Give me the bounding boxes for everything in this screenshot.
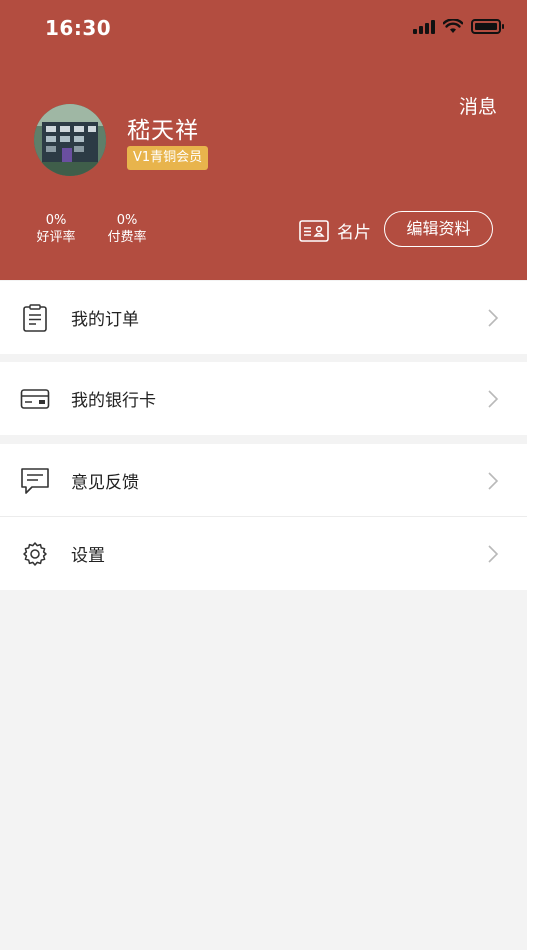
menu-item-feedback[interactable]: 意见反馈 — [0, 444, 527, 517]
business-card-link[interactable]: 名片 — [299, 218, 371, 243]
stat-good-rating: 0% 好评率 — [33, 212, 79, 246]
status-icons — [413, 18, 504, 34]
id-card-icon — [299, 219, 329, 242]
menu-item-label: 意见反馈 — [71, 473, 139, 493]
messages-link[interactable]: 消息 — [459, 92, 497, 119]
profile-header: 16:30 消息 嵇天祥 V1青铜会员 0% 好评率 0% 付费率 名片 编辑资… — [0, 0, 527, 280]
edit-profile-button[interactable]: 编辑资料 — [384, 211, 493, 247]
chevron-right-icon — [488, 308, 499, 327]
stat-value: 0% — [116, 213, 138, 228]
cellular-signal-icon — [413, 18, 435, 34]
menu-item-label: 我的银行卡 — [71, 391, 156, 411]
status-time: 16:30 — [45, 16, 112, 40]
stat-label: 付费率 — [107, 230, 147, 245]
business-card-label: 名片 — [337, 223, 371, 243]
avatar[interactable] — [34, 104, 106, 176]
chat-message-icon — [20, 466, 50, 496]
menu-item-label: 设置 — [71, 546, 105, 566]
stat-payment-rate: 0% 付费率 — [104, 212, 150, 246]
chevron-right-icon — [488, 544, 499, 563]
menu-item-settings[interactable]: 设置 — [0, 517, 527, 590]
menu-item-label: 我的订单 — [71, 310, 139, 330]
menu-item-bank-cards[interactable]: 我的银行卡 — [0, 362, 527, 435]
username: 嵇天祥 — [127, 118, 199, 144]
edge-strip — [527, 0, 534, 950]
member-badge: V1青铜会员 — [127, 146, 209, 170]
chevron-right-icon — [488, 471, 499, 490]
credit-card-icon — [20, 384, 50, 414]
wifi-icon — [443, 18, 463, 33]
clipboard-icon — [20, 303, 50, 333]
stat-value: 0% — [45, 213, 67, 228]
chevron-right-icon — [488, 389, 499, 408]
stat-label: 好评率 — [36, 230, 76, 245]
gear-icon — [20, 539, 50, 569]
menu-item-orders[interactable]: 我的订单 — [0, 281, 527, 354]
battery-icon — [471, 18, 504, 34]
profile-screen: 16:30 消息 嵇天祥 V1青铜会员 0% 好评率 0% 付费率 名片 编辑资… — [0, 0, 527, 950]
